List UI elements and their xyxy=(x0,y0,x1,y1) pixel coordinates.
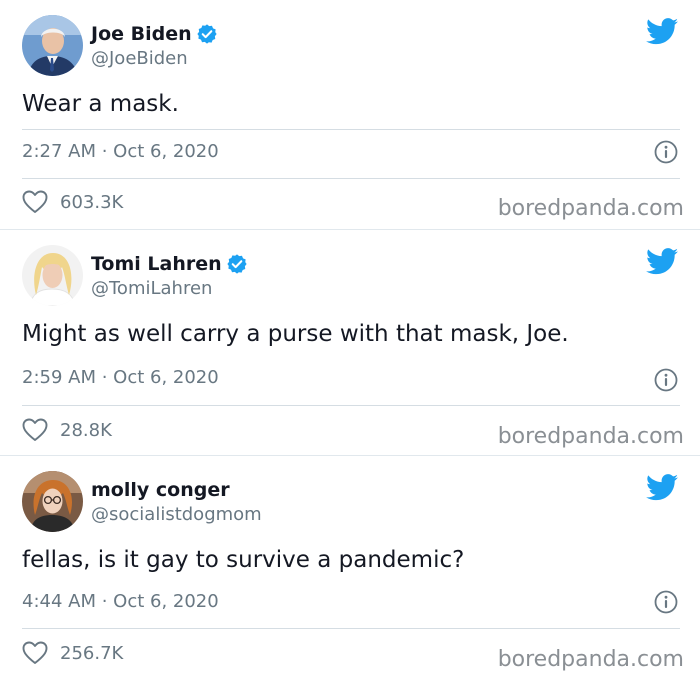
tweet-card[interactable]: molly conger @socialistdogmom fellas, is… xyxy=(0,456,700,680)
display-name[interactable]: molly conger xyxy=(91,479,230,501)
name-row: Tomi Lahren xyxy=(91,252,248,276)
like-count: 28.8K xyxy=(60,419,112,441)
twitter-bird-icon[interactable] xyxy=(646,474,678,501)
heart-icon[interactable] xyxy=(22,641,48,665)
info-icon[interactable] xyxy=(654,140,678,164)
tweet-text: Might as well carry a purse with that ma… xyxy=(22,321,569,347)
watermark: boredpanda.com xyxy=(497,424,684,449)
like-count: 603.3K xyxy=(60,191,124,213)
handle[interactable]: @JoeBiden xyxy=(91,48,188,69)
twitter-bird-icon[interactable] xyxy=(646,248,678,275)
tweet-card[interactable]: Tomi Lahren @TomiLahren Might as well ca… xyxy=(0,230,700,454)
tweet-text: fellas, is it gay to survive a pandemic? xyxy=(22,547,465,573)
verified-badge-icon xyxy=(197,24,217,44)
name-row: Joe Biden xyxy=(91,22,218,46)
timestamp[interactable]: 2:59 AM · Oct 6, 2020 xyxy=(22,367,219,388)
avatar[interactable] xyxy=(22,471,83,532)
handle[interactable]: @TomiLahren xyxy=(91,278,212,299)
divider xyxy=(22,628,680,629)
heart-icon[interactable] xyxy=(22,190,48,214)
display-name[interactable]: Joe Biden xyxy=(91,23,192,45)
divider xyxy=(22,178,680,179)
twitter-bird-icon[interactable] xyxy=(646,18,678,45)
handle[interactable]: @socialistdogmom xyxy=(91,504,262,525)
like-button[interactable]: 256.7K xyxy=(22,641,123,665)
like-button[interactable]: 28.8K xyxy=(22,418,112,442)
info-icon[interactable] xyxy=(654,368,678,392)
timestamp[interactable]: 4:44 AM · Oct 6, 2020 xyxy=(22,591,219,612)
heart-icon[interactable] xyxy=(22,418,48,442)
display-name[interactable]: Tomi Lahren xyxy=(91,253,222,275)
info-icon[interactable] xyxy=(654,590,678,614)
name-row: molly conger xyxy=(91,478,230,502)
verified-badge-icon xyxy=(227,254,247,274)
like-button[interactable]: 603.3K xyxy=(22,190,123,214)
tweet-text: Wear a mask. xyxy=(22,91,179,117)
divider xyxy=(22,405,680,406)
avatar[interactable] xyxy=(22,245,83,306)
watermark: boredpanda.com xyxy=(497,647,684,672)
watermark: boredpanda.com xyxy=(497,196,684,221)
tweet-card[interactable]: Joe Biden @JoeBiden Wear a mask. 2:27 AM… xyxy=(0,0,700,224)
like-count: 256.7K xyxy=(60,642,124,664)
avatar[interactable] xyxy=(22,15,83,76)
divider xyxy=(22,129,680,130)
timestamp[interactable]: 2:27 AM · Oct 6, 2020 xyxy=(22,141,219,162)
